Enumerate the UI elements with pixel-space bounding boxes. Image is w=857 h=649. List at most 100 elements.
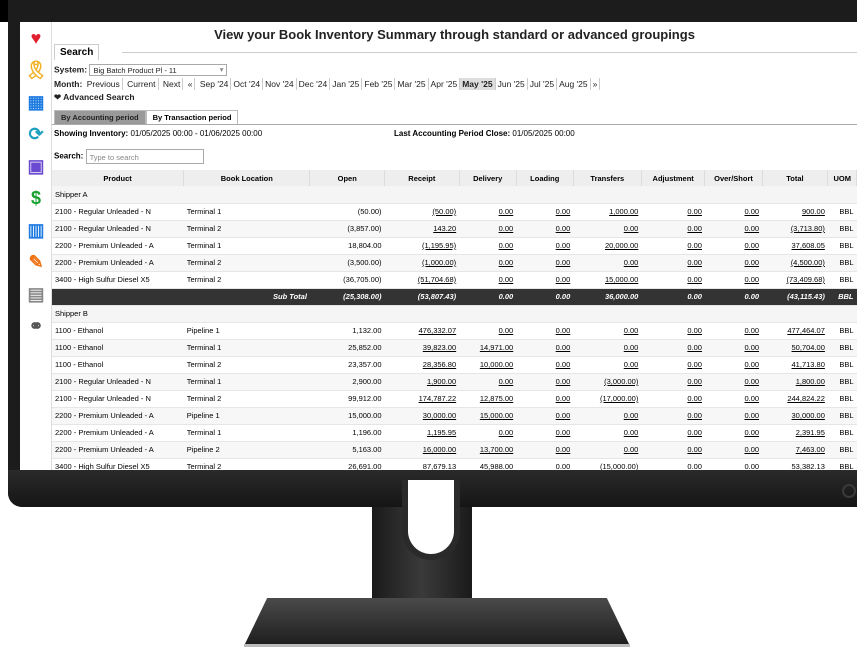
table-cell-link[interactable]: 143.20 — [384, 220, 460, 238]
table-cell-link[interactable]: 0.00 — [704, 390, 763, 408]
last-icon[interactable]: » — [591, 78, 601, 90]
cell-value[interactable]: 0.00 — [687, 343, 702, 352]
cell-value[interactable]: 37,608.05 — [792, 241, 825, 250]
column-header[interactable]: Over/Short — [704, 170, 763, 186]
cell-value[interactable]: 0.00 — [744, 326, 759, 335]
money-icon[interactable]: ▣ — [20, 150, 52, 182]
cell-value[interactable]: 0.00 — [556, 224, 571, 233]
cell-value[interactable]: 12,875.00 — [480, 394, 513, 403]
table-cell-link[interactable]: (1,195.95) — [384, 237, 460, 255]
cell-value[interactable]: 0.00 — [687, 207, 702, 216]
cell-value[interactable]: 0.00 — [499, 241, 514, 250]
cell-value[interactable]: 0.00 — [556, 462, 571, 470]
cell-value[interactable]: 0.00 — [744, 394, 759, 403]
cell-value[interactable]: 0.00 — [744, 275, 759, 284]
cell-value[interactable]: 0.00 — [687, 462, 702, 470]
table-cell-link[interactable]: 0.00 — [704, 237, 763, 255]
cell-value[interactable]: (4,500.00) — [791, 258, 825, 267]
cell-value[interactable]: 0.00 — [744, 377, 759, 386]
next-link[interactable]: Next — [161, 78, 184, 90]
cell-value[interactable]: 0.00 — [744, 462, 759, 470]
previous-link[interactable]: Previous — [85, 78, 123, 90]
cell-value[interactable]: 0.00 — [499, 224, 514, 233]
system-select[interactable]: Big Batch Product Pl - 11 — [89, 64, 228, 76]
cell-value[interactable]: (17,000.00) — [600, 394, 638, 403]
heart-plus-icon[interactable]: ♥ — [20, 22, 52, 54]
chart-icon[interactable]: ▥ — [20, 214, 52, 246]
month-link[interactable]: Mar '25 — [395, 78, 429, 90]
table-cell-link[interactable]: 37,608.05 — [762, 237, 828, 255]
ribbon-icon[interactable]: 🎗 — [20, 54, 52, 86]
cell-value[interactable]: (1,195.95) — [422, 241, 456, 250]
table-cell-link[interactable]: 12,875.00 — [459, 390, 517, 408]
table-cell-link[interactable]: 0.00 — [704, 339, 763, 357]
cell-value[interactable]: (15,000.00) — [600, 462, 638, 470]
table-cell-link[interactable]: (3,000.00) — [573, 373, 642, 391]
cell-value[interactable]: 900.00 — [802, 207, 825, 216]
table-cell-link[interactable]: 45,988.00 — [459, 458, 517, 470]
table-cell-link[interactable]: 0.00 — [704, 356, 763, 374]
column-header[interactable]: Loading — [516, 170, 574, 186]
cell-value[interactable]: 30,000.00 — [792, 411, 825, 420]
table-cell-link[interactable]: 0.00 — [704, 407, 763, 425]
cell-value[interactable]: 0.00 — [687, 241, 702, 250]
wrench-icon[interactable]: ✎ — [20, 246, 52, 278]
cell-value[interactable]: 0.00 — [499, 207, 514, 216]
table-cell-link[interactable]: 20,000.00 — [573, 237, 642, 255]
cell-value[interactable]: 20,000.00 — [605, 241, 638, 250]
cell-value[interactable]: 0.00 — [624, 445, 639, 454]
table-cell-link[interactable]: 16,000.00 — [384, 441, 460, 459]
month-link[interactable]: May '25 — [460, 78, 496, 90]
cell-value[interactable]: 0.00 — [687, 411, 702, 420]
table-cell-link[interactable]: 0.00 — [516, 407, 574, 425]
cell-value[interactable]: 16,000.00 — [423, 445, 456, 454]
table-cell-link[interactable]: 0.00 — [704, 441, 763, 459]
table-cell-link[interactable]: 174,787.22 — [384, 390, 460, 408]
table-cell-link[interactable]: 0.00 — [459, 271, 517, 289]
dollar-icon[interactable]: $ — [20, 182, 52, 214]
cell-value[interactable]: 2,391.95 — [796, 428, 825, 437]
column-header[interactable]: Adjustment — [641, 170, 706, 186]
table-cell-link[interactable]: 0.00 — [516, 271, 574, 289]
cell-value[interactable]: 0.00 — [556, 394, 571, 403]
table-cell-link[interactable]: 476,332.07 — [384, 322, 460, 340]
month-link[interactable]: Jan '25 — [330, 78, 363, 90]
table-cell-link[interactable]: 0.00 — [573, 356, 642, 374]
cell-value[interactable]: 1,800.00 — [796, 377, 825, 386]
cell-value[interactable]: 0.00 — [624, 360, 639, 369]
table-cell-link[interactable]: 0.00 — [704, 203, 763, 221]
table-cell-link[interactable]: 39,823.00 — [384, 339, 460, 357]
cell-value[interactable]: 10,000.00 — [480, 360, 513, 369]
cell-value[interactable]: 0.00 — [556, 258, 571, 267]
cell-value[interactable]: 13,700.00 — [480, 445, 513, 454]
cell-value[interactable]: 0.00 — [744, 411, 759, 420]
table-cell-link[interactable]: 0.00 — [573, 441, 642, 459]
table-cell-link[interactable]: 0.00 — [704, 271, 763, 289]
table-cell-link[interactable]: 1,000.00 — [573, 203, 642, 221]
cell-value[interactable]: 0.00 — [687, 394, 702, 403]
cell-value[interactable]: 7,463.00 — [796, 445, 825, 454]
table-cell-link[interactable]: 0.00 — [704, 458, 763, 470]
table-cell-link[interactable]: 30,000.00 — [762, 407, 828, 425]
cell-value[interactable]: 28,356.80 — [423, 360, 456, 369]
tab-transaction-period[interactable]: By Transaction period — [145, 110, 239, 125]
table-cell-link[interactable]: 7,463.00 — [762, 441, 828, 459]
cell-value[interactable]: 39,823.00 — [423, 343, 456, 352]
cell-value[interactable]: 0.00 — [556, 445, 571, 454]
cell-value[interactable]: 0.00 — [556, 275, 571, 284]
table-cell-link[interactable]: 0.00 — [704, 322, 763, 340]
cell-value[interactable]: 45,988.00 — [480, 462, 513, 470]
table-cell-link[interactable]: 0.00 — [704, 254, 763, 272]
table-cell-link[interactable]: 0.00 — [516, 441, 574, 459]
cell-value[interactable]: (3,713.80) — [791, 224, 825, 233]
document-icon[interactable]: ▤ — [20, 278, 52, 310]
cell-value[interactable]: 0.00 — [744, 360, 759, 369]
month-link[interactable]: Aug '25 — [557, 78, 591, 90]
table-cell-link[interactable]: 0.00 — [641, 254, 705, 272]
table-cell-link[interactable]: 1,800.00 — [762, 373, 828, 391]
table-cell-link[interactable]: 53,382.13 — [762, 458, 828, 470]
column-header[interactable]: Book Location — [183, 170, 311, 186]
table-cell-link[interactable]: 0.00 — [641, 441, 705, 459]
table-cell-link[interactable]: 0.00 — [459, 373, 517, 391]
table-cell-link[interactable]: 2,391.95 — [762, 424, 828, 442]
